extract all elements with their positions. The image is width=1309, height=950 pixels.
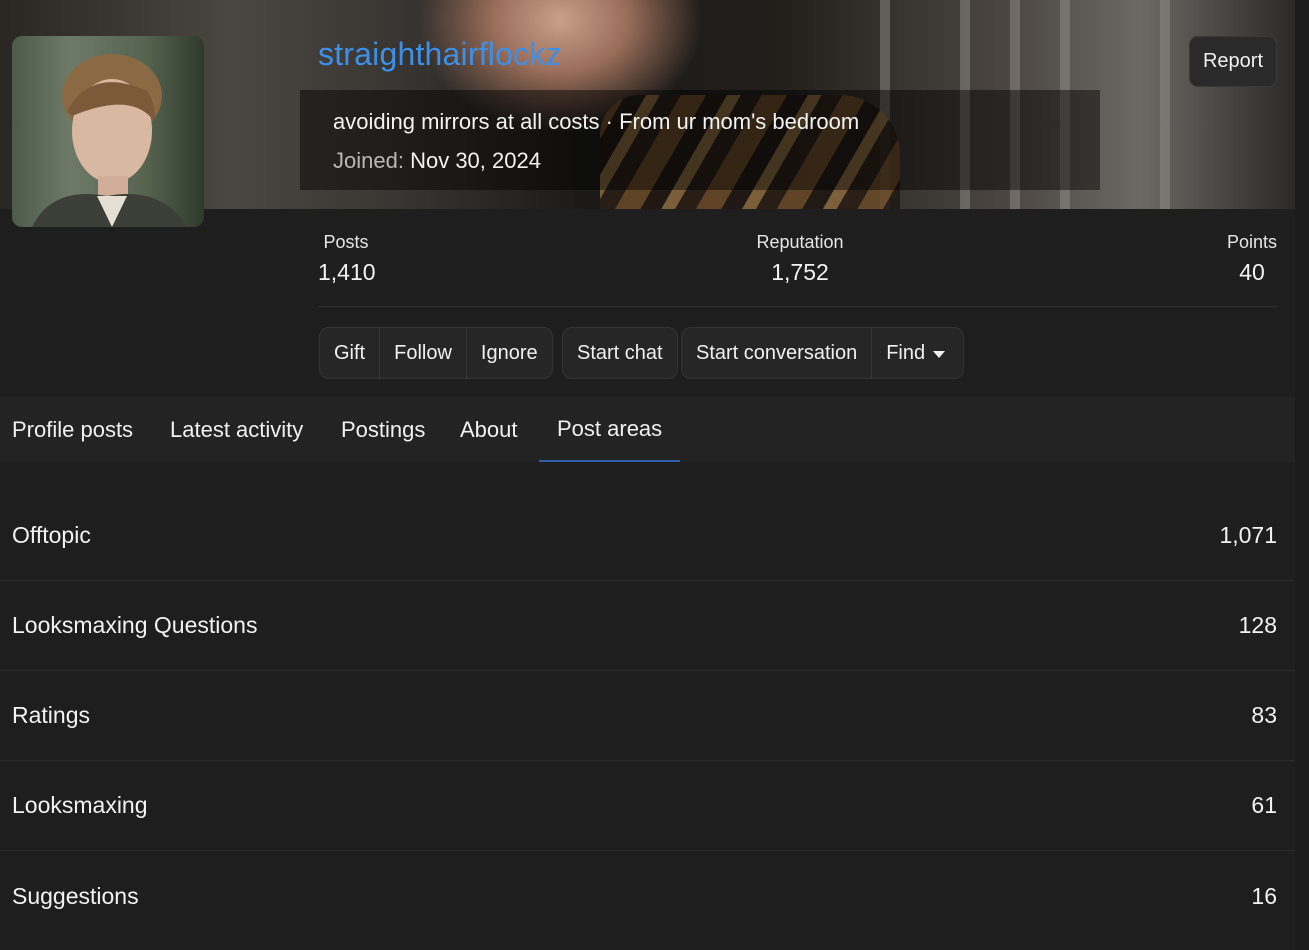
joined-date: Nov 30, 2024	[410, 148, 541, 173]
post-area-count: 61	[1251, 792, 1277, 818]
post-area-name: Looksmaxing	[12, 792, 148, 818]
tab-latest-activity[interactable]: Latest activity	[152, 397, 321, 462]
profile-tabs: Profile posts Latest activity Postings A…	[0, 397, 1295, 462]
caret-down-icon	[933, 350, 946, 358]
joined-label: Joined:	[333, 148, 404, 173]
post-area-count: 1,071	[1219, 522, 1277, 548]
list-item[interactable]: Ratings 83	[0, 671, 1295, 761]
stat-reputation[interactable]: Reputation 1,752	[752, 232, 848, 286]
tab-about[interactable]: About	[442, 397, 536, 462]
tab-profile-posts[interactable]: Profile posts	[0, 397, 151, 462]
post-area-count: 83	[1251, 702, 1277, 728]
stat-label: Points	[1226, 232, 1278, 252]
stat-label: Posts	[323, 232, 369, 252]
start-conversation-button[interactable]: Start conversation	[682, 328, 873, 378]
stat-points[interactable]: Points 40	[1224, 232, 1280, 286]
banner-detail	[1160, 0, 1170, 209]
user-tagline: avoiding mirrors at all costs · From ur …	[333, 109, 860, 134]
list-item[interactable]: Offtopic 1,071	[0, 491, 1295, 581]
avatar[interactable]	[12, 36, 204, 227]
tab-post-areas[interactable]: Post areas	[539, 397, 681, 462]
conversation-actions-group: Start conversation Find	[681, 327, 965, 379]
follow-button[interactable]: Follow	[380, 328, 467, 378]
stat-value: 1,410	[318, 259, 376, 285]
list-item[interactable]: Looksmaxing Questions 128	[0, 581, 1295, 671]
find-label: Find	[886, 341, 926, 364]
post-area-name: Ratings	[12, 702, 90, 728]
stat-label: Reputation	[756, 232, 844, 252]
post-areas-list: Offtopic 1,071 Looksmaxing Questions 128…	[0, 491, 1295, 941]
post-area-count: 128	[1238, 612, 1277, 638]
stat-value: 1,752	[771, 259, 829, 285]
report-button[interactable]: Report	[1189, 36, 1277, 87]
ignore-button[interactable]: Ignore	[467, 328, 552, 378]
username[interactable]: straighthairflockz	[318, 36, 562, 73]
stat-value: 40	[1239, 259, 1265, 285]
find-dropdown[interactable]: Find	[872, 328, 963, 378]
chat-actions-group: Start chat	[562, 327, 678, 379]
post-area-name: Offtopic	[12, 522, 91, 548]
post-area-name: Looksmaxing Questions	[12, 612, 258, 638]
joined-info: Joined: Nov 30, 2024	[333, 148, 541, 174]
banner-overlay	[300, 90, 1100, 190]
gift-button[interactable]: Gift	[320, 328, 381, 378]
post-area-name: Suggestions	[12, 882, 139, 909]
stat-posts[interactable]: Posts 1,410	[318, 232, 376, 286]
divider	[318, 306, 1278, 307]
start-chat-button[interactable]: Start chat	[563, 328, 677, 378]
tab-postings[interactable]: Postings	[323, 397, 443, 462]
list-item[interactable]: Suggestions 16	[0, 851, 1295, 941]
member-actions-group: Gift Follow Ignore	[319, 327, 553, 379]
post-area-count: 16	[1251, 882, 1277, 909]
scrollbar[interactable]	[1295, 0, 1309, 950]
list-item[interactable]: Looksmaxing 61	[0, 761, 1295, 851]
